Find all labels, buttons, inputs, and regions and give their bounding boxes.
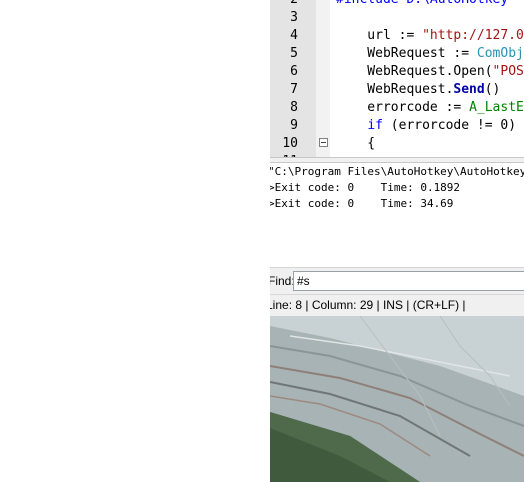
code-token: "POS [492, 64, 524, 79]
code-lines: 2#include D:\AutoHotkey-3 4 url := "http:… [282, 0, 524, 157]
code-token: A_LastE [469, 100, 524, 115]
status-text: Line: 8 | Column: 29 | INS | (CR+LF) | [270, 298, 466, 312]
scite-editor-window: 2#include D:\AutoHotkey-34 url := "http:… [270, 0, 524, 316]
code-line: 4 url := "http://127.0 [290, 27, 524, 45]
code-token: ComObj [476, 46, 524, 61]
line-number: 2 [270, 0, 298, 9]
code-text: url := "http://127.0 [336, 27, 524, 45]
line-number: 4 [290, 28, 298, 43]
code-token: #include D:\AutoHotkey- [336, 0, 516, 7]
line-number: 6 [290, 64, 298, 79]
output-line: "C:\Program Files\AutoHotkey\AutoHotkey [270, 165, 524, 178]
code-text: WebRequest.Send() [336, 81, 500, 99]
code-token: if [367, 118, 383, 133]
output-line: >Exit code: 0 Time: 34.69 [270, 197, 454, 210]
line-number: 9 [290, 118, 298, 133]
code-token: url := [336, 28, 423, 43]
code-editor[interactable]: 2#include D:\AutoHotkey-34 url := "http:… [270, 0, 524, 157]
code-token: WebRequest := [336, 46, 477, 61]
line-number: 10 [282, 136, 298, 151]
code-text: WebRequest.Open("POS [336, 63, 524, 81]
line-number: 3 [290, 10, 298, 25]
code-token: () [484, 82, 501, 97]
code-line: 7 WebRequest.Send() [290, 81, 524, 99]
code-line: 6 WebRequest.Open("POS [290, 63, 524, 81]
line-number: 7 [290, 82, 298, 97]
cliff-landscape-image [270, 316, 524, 482]
code-token: { [336, 136, 376, 151]
code-text: errorcode := A_LastE [336, 99, 524, 117]
status-bar: Line: 8 | Column: 29 | INS | (CR+LF) | [270, 294, 524, 316]
code-line: 3 [290, 9, 524, 27]
output-pane[interactable]: "C:\Program Files\AutoHotkey\AutoHotkey … [270, 163, 524, 267]
desktop-wallpaper-image [270, 316, 524, 482]
fold-margin [316, 0, 330, 157]
code-line: 5 WebRequest := ComObj [290, 45, 524, 63]
find-bar: Find: #s [270, 267, 524, 294]
code-line: 2#include D:\AutoHotkey- [290, 0, 524, 9]
code-token: WebRequest. [336, 82, 454, 97]
code-token: Send [453, 82, 485, 97]
code-line: 8 errorcode := A_LastE [290, 99, 524, 117]
output-line: >Exit code: 0 Time: 0.1892 [270, 181, 461, 194]
find-input[interactable]: #s [293, 271, 524, 291]
code-line: 9 if (errorcode != 0) [290, 117, 524, 135]
code-text: { [336, 135, 375, 153]
fold-collapse-icon[interactable] [319, 138, 328, 147]
code-text: WebRequest := ComObj [336, 45, 524, 63]
line-number: 5 [290, 46, 298, 61]
code-token: "http://127.0 [422, 28, 524, 43]
code-token: (errorcode != 0) [382, 118, 517, 133]
code-token: WebRequest.Open( [336, 64, 493, 79]
code-token: errorcode := [336, 100, 470, 115]
desktop-blank-area [0, 0, 270, 482]
code-text: #include D:\AutoHotkey- [336, 0, 516, 9]
find-label: Find: [270, 274, 295, 288]
line-number: 8 [290, 100, 298, 115]
code-line: 10 { [282, 135, 524, 153]
code-text: if (errorcode != 0) [336, 117, 516, 135]
